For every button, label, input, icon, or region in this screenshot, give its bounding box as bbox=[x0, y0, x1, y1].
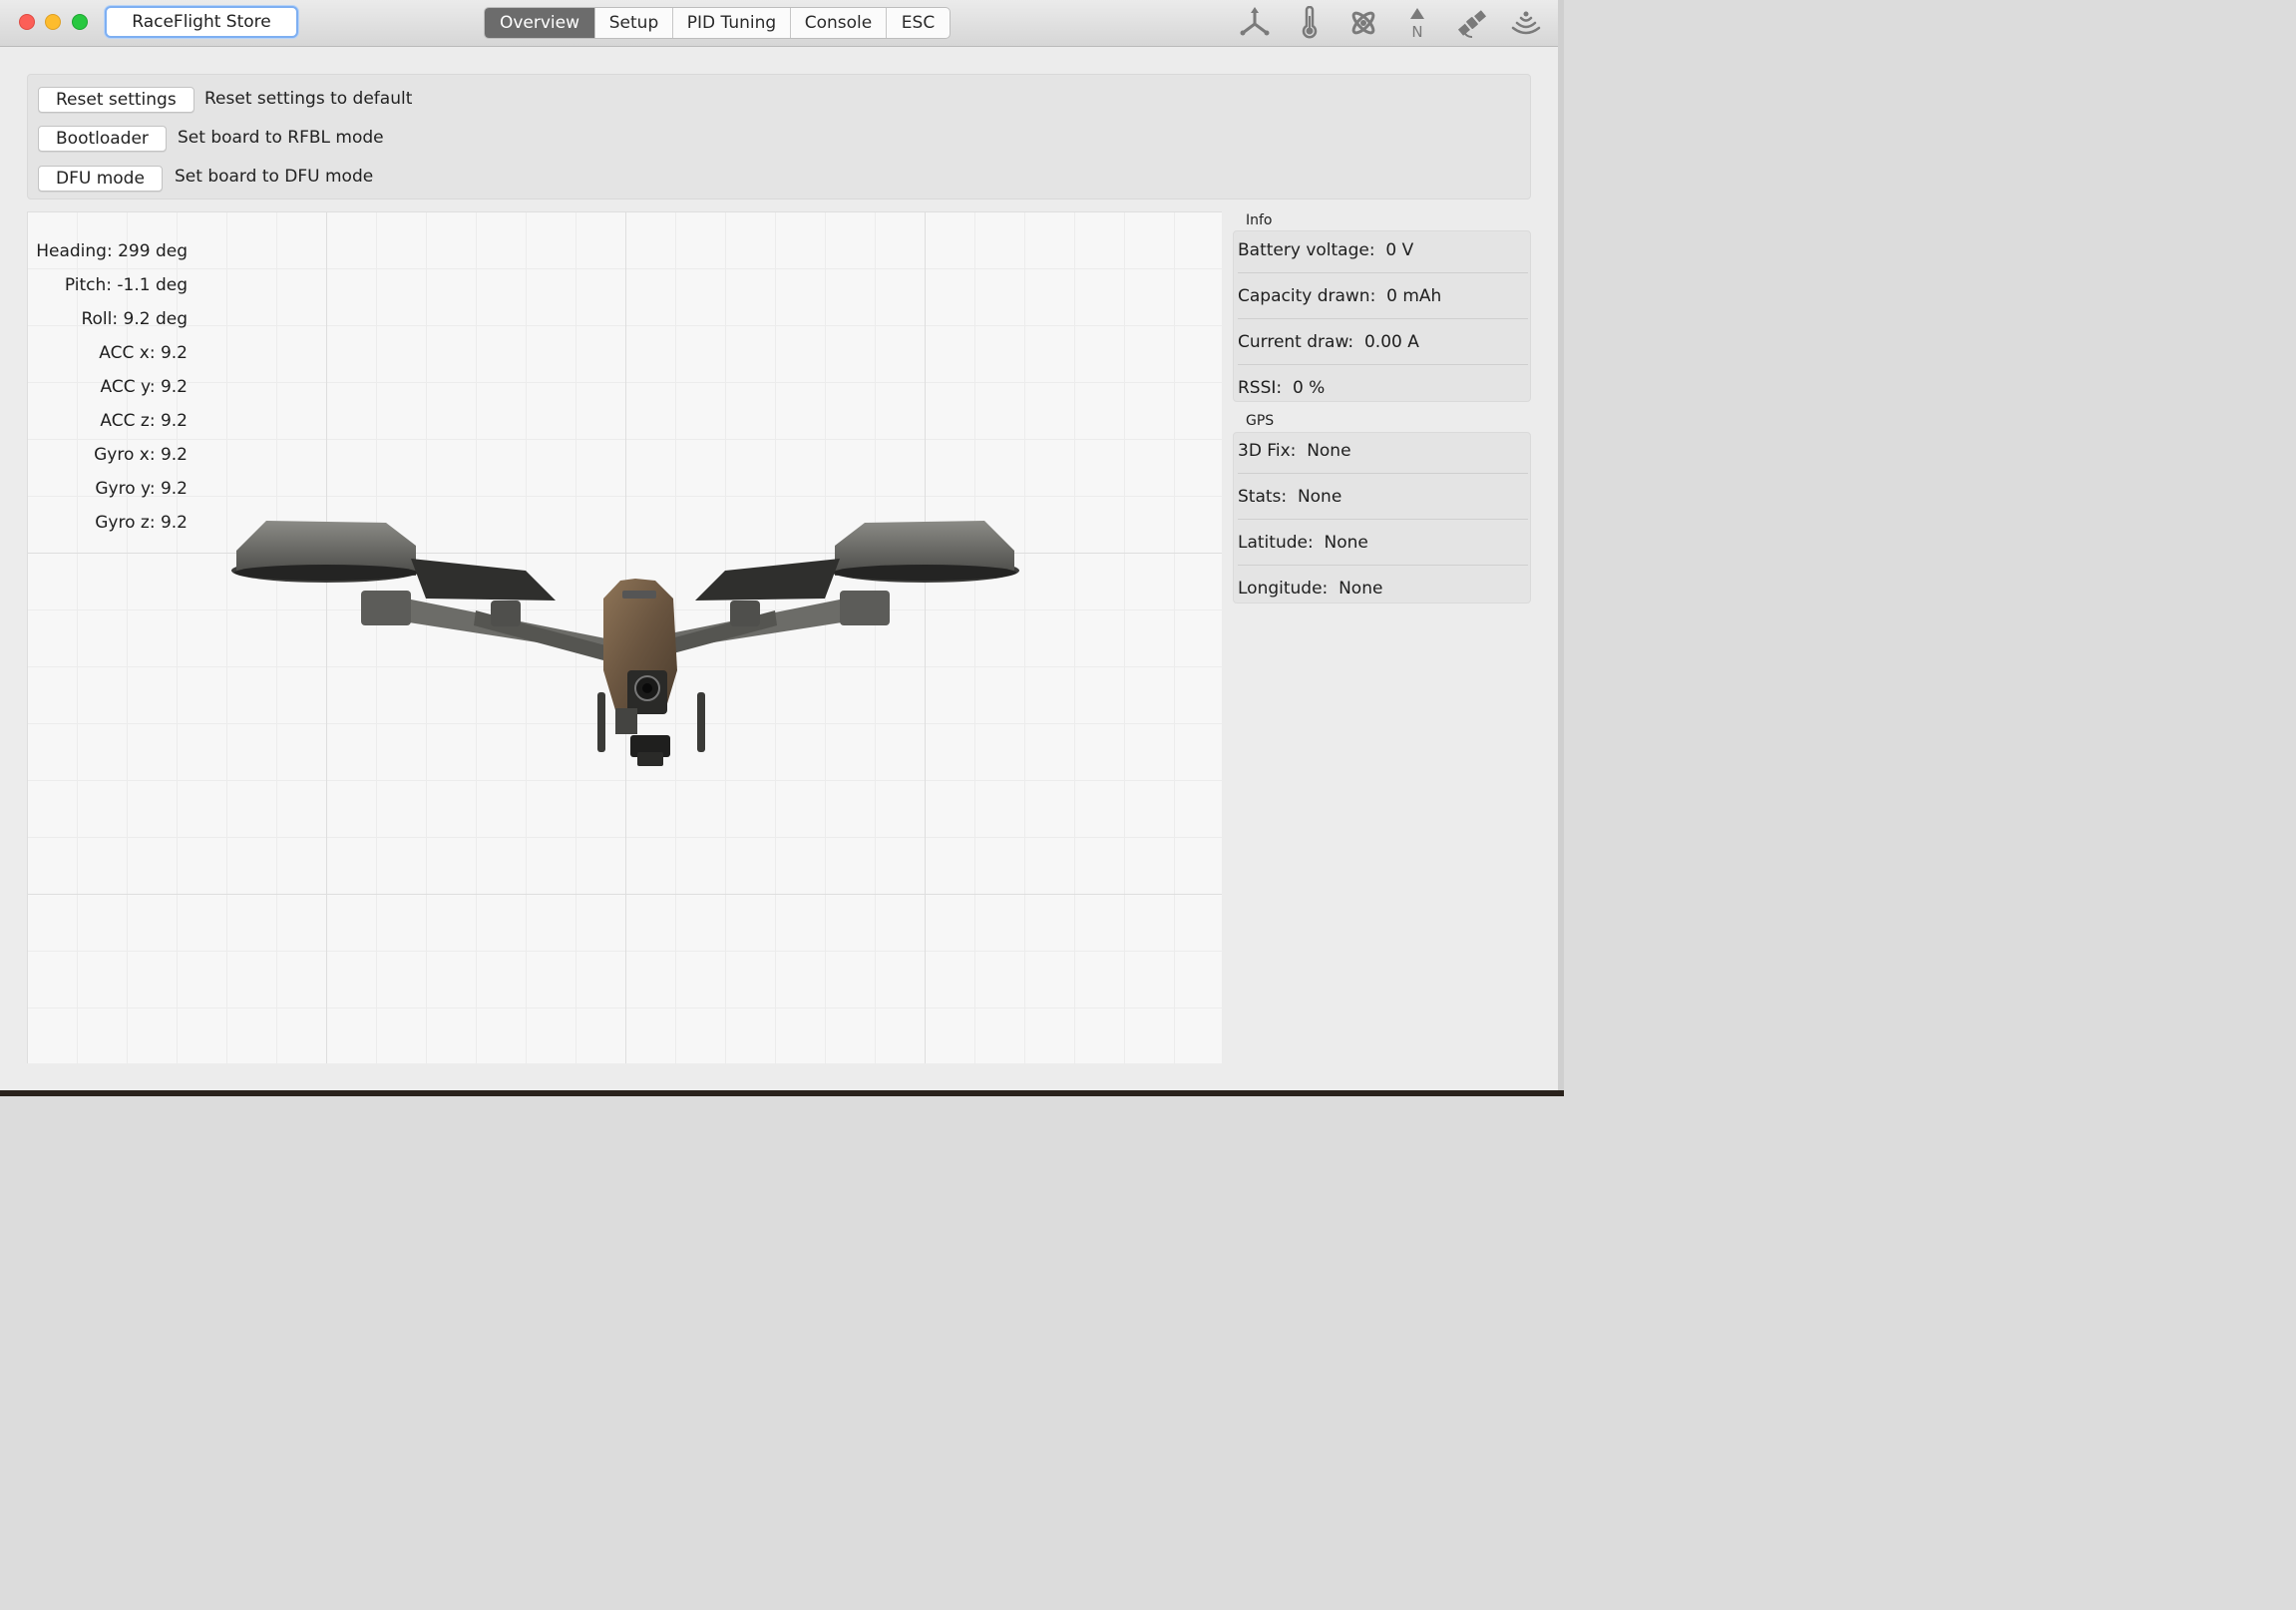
tab-bar: Overview Setup PID Tuning Console ESC bbox=[484, 7, 951, 39]
capacity-drawn-row: Capacity drawn: 0 mAh bbox=[1238, 286, 1441, 306]
divider bbox=[1238, 473, 1528, 474]
tab-console[interactable]: Console bbox=[790, 8, 886, 38]
dfu-mode-description: Set board to DFU mode bbox=[175, 167, 374, 187]
drone-model bbox=[231, 521, 1019, 766]
reset-settings-button[interactable]: Reset settings bbox=[38, 87, 194, 113]
tab-pid-tuning[interactable]: PID Tuning bbox=[672, 8, 790, 38]
gps-panel: 3D Fix: None Stats: None Latitude: None … bbox=[1233, 432, 1531, 604]
gps-fix-row: 3D Fix: None bbox=[1238, 441, 1351, 461]
compass-label: N bbox=[1411, 23, 1422, 40]
rssi-value: 0 % bbox=[1292, 378, 1326, 398]
gyro-x-readout: Gyro x: 9.2 bbox=[94, 445, 188, 465]
capacity-drawn-value: 0 mAh bbox=[1386, 286, 1442, 306]
desktop-edge bbox=[0, 1090, 1564, 1096]
gps-stats-row: Stats: None bbox=[1238, 487, 1341, 507]
reset-settings-description: Reset settings to default bbox=[204, 89, 413, 109]
gyro-z-readout: Gyro z: 9.2 bbox=[95, 513, 188, 533]
signal-icon[interactable] bbox=[1508, 6, 1544, 40]
current-draw-value: 0.00 A bbox=[1363, 332, 1419, 352]
rssi-label: RSSI: bbox=[1238, 378, 1283, 398]
tab-overview[interactable]: Overview bbox=[485, 8, 594, 38]
capacity-drawn-label: Capacity drawn: bbox=[1238, 286, 1376, 306]
divider bbox=[1238, 364, 1528, 365]
divider bbox=[1238, 565, 1528, 566]
current-draw-row: Current draw: 0.00 A bbox=[1238, 332, 1419, 352]
gps-stats-label: Stats: bbox=[1238, 487, 1288, 507]
bootloader-button[interactable]: Bootloader bbox=[38, 126, 167, 152]
longitude-row: Longitude: None bbox=[1238, 579, 1382, 599]
rssi-row: RSSI: 0 % bbox=[1238, 378, 1325, 398]
divider bbox=[1238, 318, 1528, 319]
zoom-window-button[interactable] bbox=[72, 14, 88, 30]
heading-readout: Heading: 299 deg bbox=[36, 241, 188, 261]
longitude-label: Longitude: bbox=[1238, 579, 1329, 599]
divider bbox=[1238, 519, 1528, 520]
compass-icon[interactable]: N bbox=[1399, 6, 1435, 41]
gps-stats-value: None bbox=[1297, 487, 1342, 507]
roll-readout: Roll: 9.2 deg bbox=[81, 309, 188, 329]
gps-fix-label: 3D Fix: bbox=[1238, 441, 1297, 461]
gps-fix-value: None bbox=[1307, 441, 1351, 461]
gyro-icon[interactable] bbox=[1345, 6, 1381, 40]
app-window: RaceFlight Store Overview Setup PID Tuni… bbox=[0, 0, 1558, 1090]
acc-y-readout: ACC y: 9.2 bbox=[100, 377, 188, 397]
title-bar: RaceFlight Store Overview Setup PID Tuni… bbox=[0, 0, 1558, 47]
raceflight-store-button[interactable]: RaceFlight Store bbox=[105, 6, 298, 38]
tab-esc[interactable]: ESC bbox=[886, 8, 950, 38]
current-draw-label: Current draw: bbox=[1238, 332, 1354, 352]
info-group-label: Info bbox=[1246, 212, 1273, 228]
thermometer-icon[interactable] bbox=[1292, 5, 1328, 40]
satellite-icon[interactable] bbox=[1454, 6, 1490, 40]
gps-group-label: GPS bbox=[1246, 413, 1275, 429]
divider bbox=[1238, 272, 1528, 273]
bootloader-description: Set board to RFBL mode bbox=[178, 128, 384, 148]
battery-voltage-value: 0 V bbox=[1385, 240, 1414, 260]
minimize-window-button[interactable] bbox=[45, 14, 61, 30]
model-viewport[interactable]: Heading: 299 deg Pitch: -1.1 deg Roll: 9… bbox=[27, 211, 1222, 1063]
latitude-label: Latitude: bbox=[1238, 533, 1314, 553]
background-window-edge bbox=[1558, 0, 1564, 1096]
close-window-button[interactable] bbox=[19, 14, 35, 30]
tab-setup[interactable]: Setup bbox=[594, 8, 672, 38]
battery-voltage-label: Battery voltage: bbox=[1238, 240, 1375, 260]
acc-x-readout: ACC x: 9.2 bbox=[99, 343, 188, 363]
dfu-mode-button[interactable]: DFU mode bbox=[38, 166, 163, 192]
commands-panel: Reset settings Reset settings to default… bbox=[27, 74, 1531, 200]
latitude-row: Latitude: None bbox=[1238, 533, 1368, 553]
info-panel: Battery voltage: 0 V Capacity drawn: 0 m… bbox=[1233, 230, 1531, 402]
acc-z-readout: ACC z: 9.2 bbox=[100, 411, 188, 431]
pitch-readout: Pitch: -1.1 deg bbox=[64, 275, 188, 295]
latitude-value: None bbox=[1324, 533, 1368, 553]
longitude-value: None bbox=[1339, 579, 1383, 599]
gyro-y-readout: Gyro y: 9.2 bbox=[95, 479, 188, 499]
battery-voltage-row: Battery voltage: 0 V bbox=[1238, 240, 1413, 260]
axes-icon[interactable] bbox=[1237, 6, 1273, 40]
